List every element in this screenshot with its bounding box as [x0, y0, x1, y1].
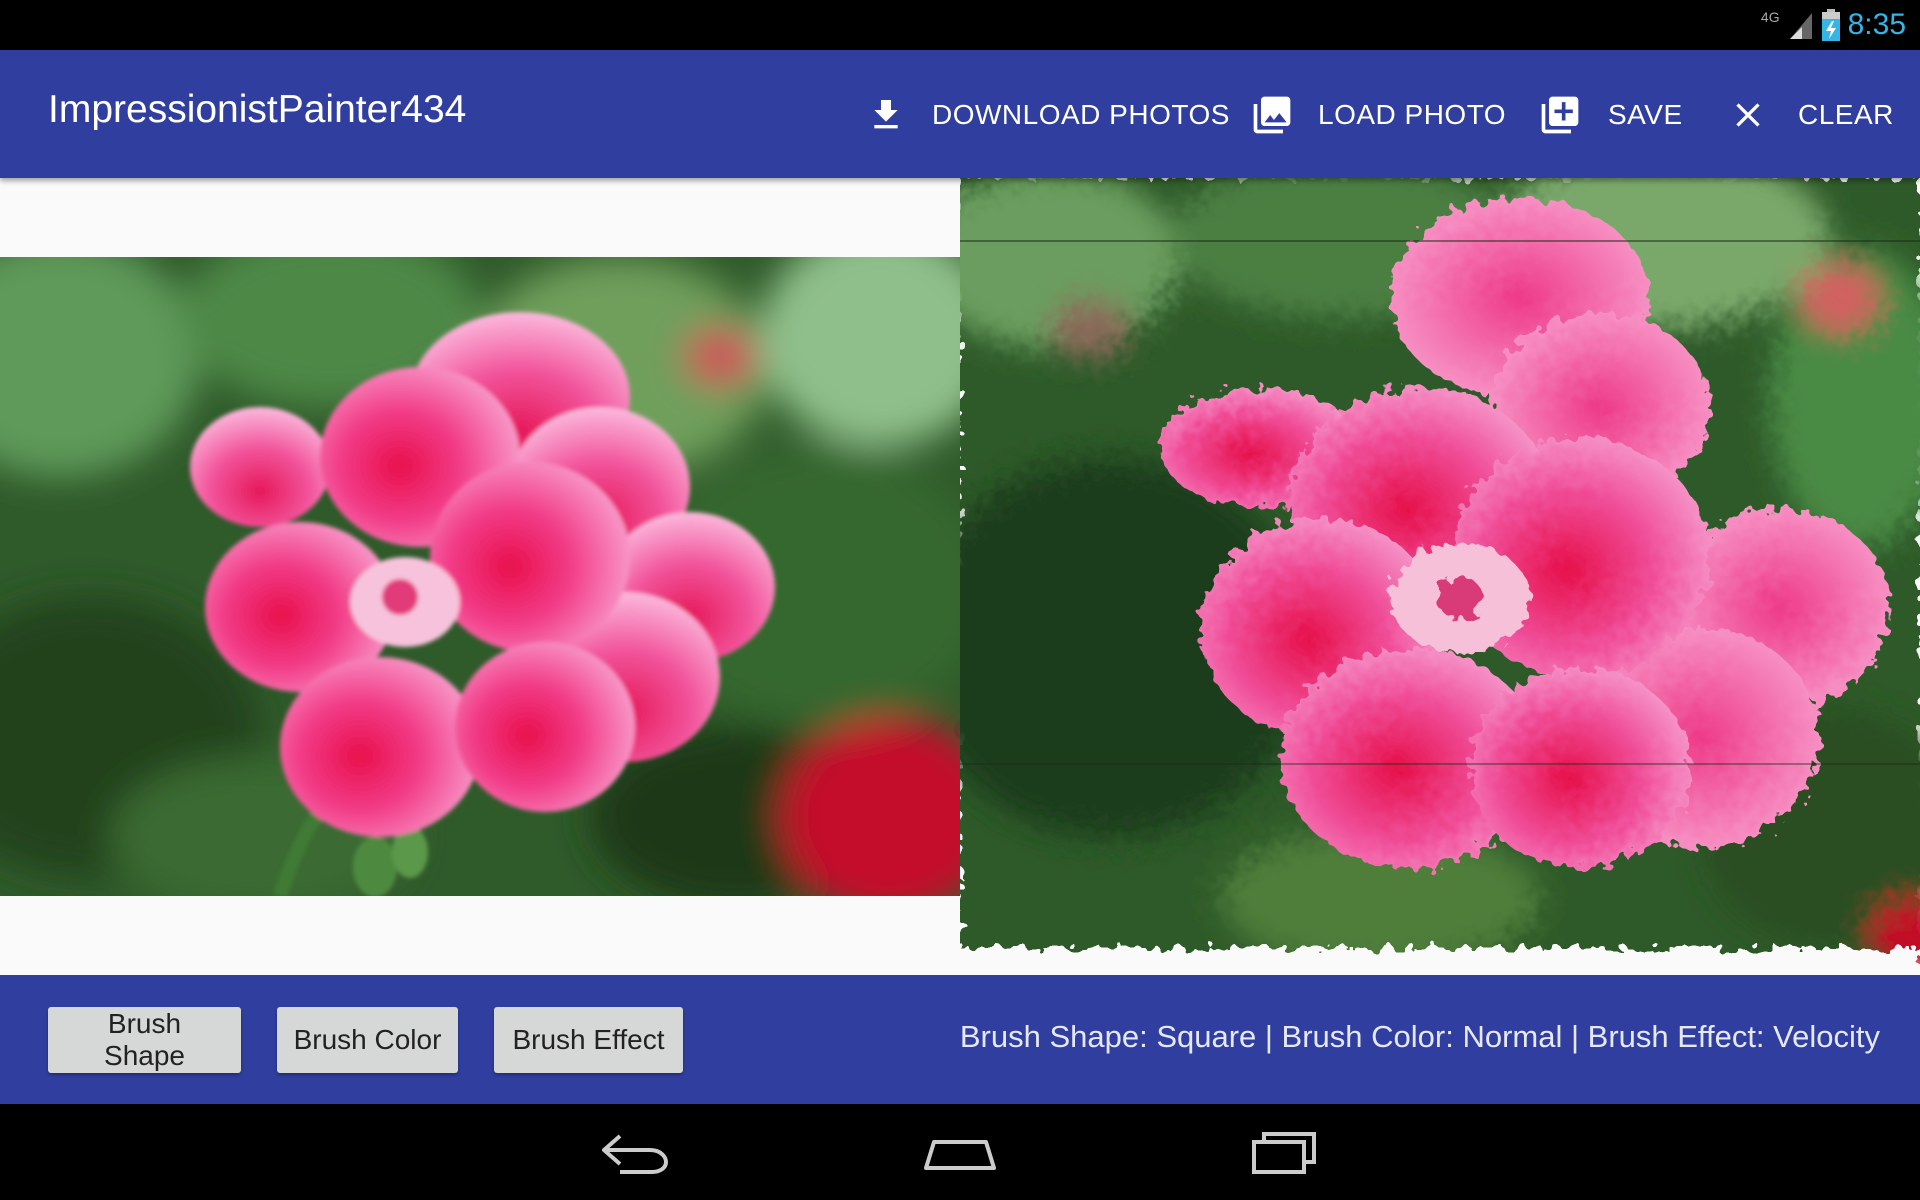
save-label: SAVE — [1608, 99, 1683, 130]
add-to-library-icon — [1541, 96, 1579, 134]
network-type-label: 4G — [1760, 9, 1780, 25]
battery-charging-icon — [1821, 9, 1840, 41]
brush-status-text: Brush Shape: Square | Brush Color: Norma… — [959, 1019, 1880, 1054]
clear-label: CLEAR — [1798, 99, 1894, 130]
download-photos-label: DOWNLOAD PHOTOS — [932, 99, 1230, 130]
close-icon — [1736, 103, 1760, 127]
source-photo — [0, 257, 960, 896]
brush-color-button[interactable]: Brush Color — [277, 1007, 458, 1073]
download-icon — [874, 100, 898, 129]
brush-shape-button[interactable]: Brush Shape — [48, 1007, 241, 1073]
home-icon[interactable] — [922, 1124, 998, 1180]
clock: 8:35 — [1847, 8, 1906, 41]
brush-effect-button[interactable]: Brush Effect — [494, 1007, 683, 1073]
painted-output — [960, 178, 1920, 975]
brush-toolbar: Brush Shape Brush Color Brush Effect Bru… — [0, 975, 1920, 1104]
recents-icon[interactable] — [1250, 1124, 1320, 1180]
status-indicators: 4G 8:35 — [1761, 6, 1906, 44]
back-icon[interactable] — [600, 1124, 670, 1180]
status-bar: 4G 8:35 — [0, 0, 1920, 50]
navigation-bar — [0, 1104, 1920, 1200]
clear-button[interactable]: CLEAR — [1728, 88, 1894, 142]
app-bar: ImpressionistPainter434 DOWNLOAD PHOTOS … — [0, 50, 1920, 178]
download-photos-button[interactable]: DOWNLOAD PHOTOS — [866, 88, 1230, 142]
load-photo-button[interactable]: LOAD PHOTO — [1250, 88, 1506, 142]
photo-library-icon — [1253, 96, 1291, 134]
save-button[interactable]: SAVE — [1538, 88, 1683, 142]
load-photo-label: LOAD PHOTO — [1318, 99, 1507, 130]
canvas-area — [0, 178, 1920, 975]
app-title: ImpressionistPainter434 — [48, 88, 467, 131]
signal-icon — [1789, 13, 1812, 39]
